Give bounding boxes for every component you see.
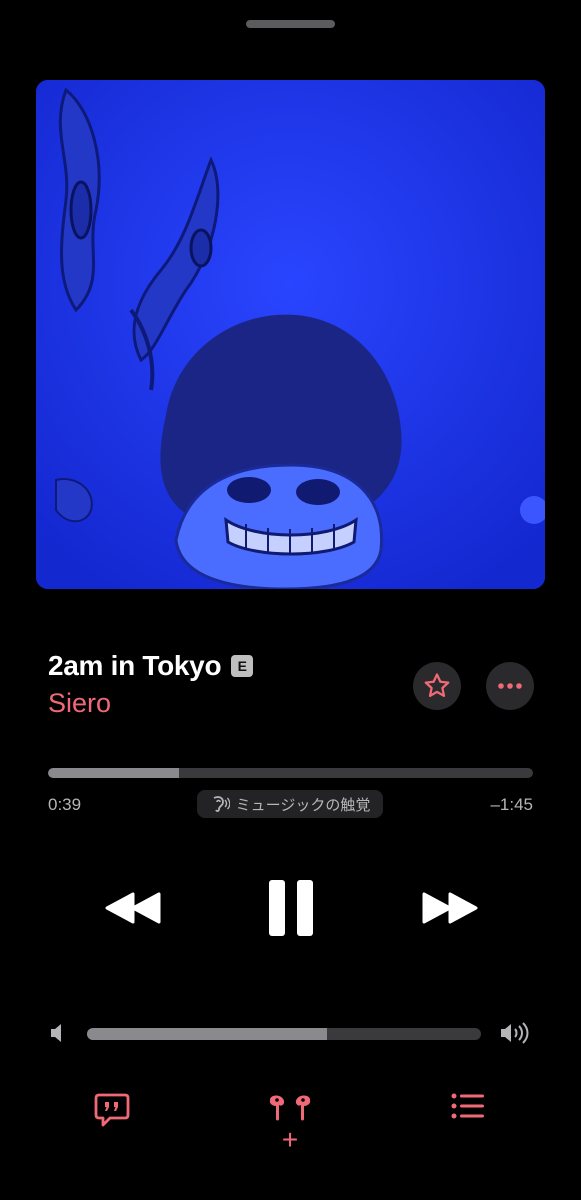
- queue-button[interactable]: [450, 1092, 486, 1120]
- backward-icon: [105, 892, 160, 923]
- remaining-time: –1:45: [490, 795, 533, 814]
- volume-slider[interactable]: [87, 1028, 481, 1040]
- artist-name[interactable]: Siero: [48, 688, 111, 719]
- haptics-icon: [213, 796, 230, 812]
- favorite-button[interactable]: [413, 662, 461, 710]
- airpods-icon: [269, 1095, 311, 1121]
- explicit-badge: E: [231, 655, 254, 677]
- pause-icon: [268, 879, 313, 936]
- speaker-high-icon: [501, 1022, 529, 1044]
- lyrics-button[interactable]: [93, 1092, 131, 1128]
- star-icon: [424, 673, 450, 697]
- playback-progress-fill: [48, 768, 179, 778]
- volume-fill: [87, 1028, 328, 1040]
- artwork-image: [36, 80, 545, 589]
- forward-icon: [422, 892, 477, 923]
- more-options-button[interactable]: [486, 662, 534, 710]
- track-title: 2am in Tokyo: [48, 650, 222, 681]
- airplay-button[interactable]: +: [267, 1092, 313, 1155]
- list-icon: [451, 1093, 484, 1119]
- album-artwork: [36, 80, 545, 589]
- volume-max-icon: [499, 1020, 531, 1051]
- track-title-row: 2am in Tokyo E: [48, 650, 254, 682]
- music-haptics-button[interactable]: ミュージックの触覚: [197, 790, 383, 818]
- elapsed-time: 0:39: [48, 795, 82, 814]
- ellipsis-icon: [498, 683, 522, 689]
- volume-min-icon: [49, 1022, 65, 1049]
- haptics-label: ミュージックの触覚: [235, 796, 371, 814]
- rewind-button[interactable]: [95, 870, 170, 945]
- forward-button[interactable]: [412, 870, 487, 945]
- playback-scrubber[interactable]: [48, 768, 533, 778]
- sheet-grabber[interactable]: [246, 20, 335, 28]
- lyrics-quote-bubble-icon: [94, 1093, 130, 1127]
- airplay-plus: +: [281, 1124, 299, 1155]
- pause-button[interactable]: [253, 870, 328, 945]
- speaker-low-icon: [51, 1024, 61, 1042]
